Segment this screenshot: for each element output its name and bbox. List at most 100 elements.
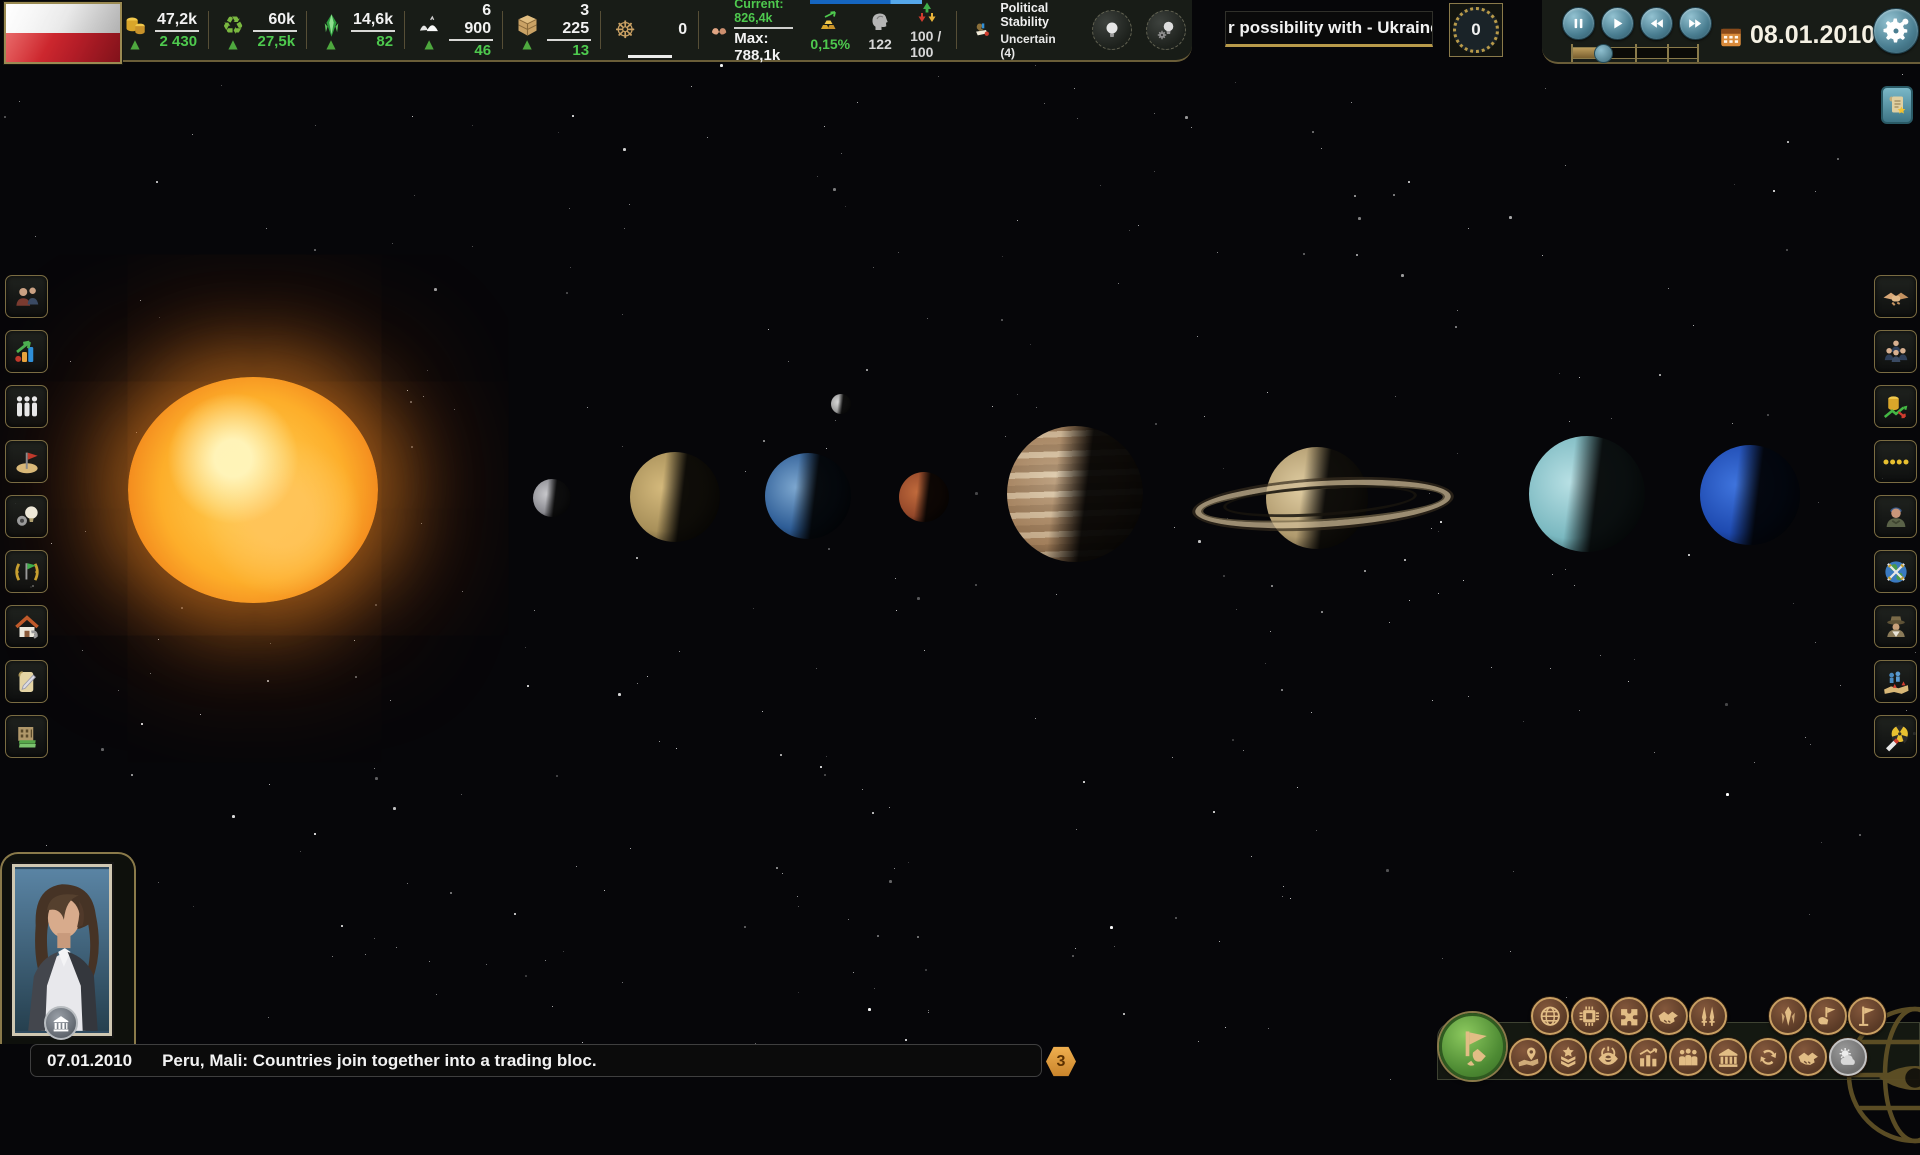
ministry-badge[interactable] [44,1006,78,1040]
news-ticker-bar[interactable]: 07.01.2010 Peru, Mali: Countries join to… [30,1044,1042,1077]
sidebar-item-economy[interactable] [5,330,48,373]
sidebar-item-operations[interactable] [1874,660,1917,703]
planet-neptune[interactable] [1700,445,1800,545]
mode-button-government[interactable] [1709,1038,1747,1076]
star [314,249,316,251]
sidebar-item-market[interactable] [1874,385,1917,428]
sidebar-item-research[interactable] [5,495,48,538]
economy-icon [12,337,42,367]
mode-button-world-map[interactable] [1509,1038,1547,1076]
rewind-button[interactable] [1640,7,1673,40]
star [1491,667,1492,668]
sidebar-item-more-options[interactable] [1874,440,1917,483]
star [927,318,928,319]
mode-button-territories[interactable] [1848,997,1886,1035]
star [587,407,588,408]
star [624,228,625,229]
star [85,531,86,532]
research-block[interactable]: 122 [859,9,901,52]
planet-mercury[interactable] [533,479,571,517]
star [1312,131,1314,133]
auto-advisor-button[interactable] [1146,10,1186,50]
mode-button-agreements[interactable] [1650,997,1688,1035]
planet-uranus[interactable] [1529,436,1645,552]
sidebar-item-construction[interactable] [5,605,48,648]
star [414,195,415,196]
sidebar-item-politics[interactable] [5,550,48,593]
star [1726,793,1729,796]
event-ticker[interactable]: r possibility with - Ukraine [1225,11,1433,47]
resource-materials[interactable]: ♻▲60k27,5k [212,0,303,61]
sidebar-item-demographics[interactable] [5,385,48,428]
mode-button-production[interactable] [1610,997,1648,1035]
star [1668,288,1669,289]
settings-button[interactable] [1873,8,1919,54]
star [1175,917,1177,919]
resource-delta: 2 430 [158,32,200,50]
sidebar-item-cabinet[interactable] [5,275,48,318]
mode-button-weather[interactable] [1829,1038,1867,1076]
mode-button-ranking[interactable] [1549,1038,1587,1076]
mode-button-overwatch[interactable] [1589,1038,1627,1076]
growth-block[interactable]: 0,15% [801,9,859,52]
mode-button-technology[interactable] [1571,997,1609,1035]
star [1351,102,1352,103]
sidebar-item-espionage[interactable] [1874,605,1917,648]
star [1906,710,1907,711]
mode-button-cycles[interactable] [1749,1038,1787,1076]
objectives-button[interactable] [1881,86,1913,124]
mode-button-claims[interactable] [1809,997,1847,1035]
resource-goods[interactable]: ▲3 22513 [506,0,597,61]
country-flag-poland[interactable] [4,2,122,64]
sidebar-item-army[interactable] [1874,495,1917,538]
sidebar-item-budget[interactable] [5,715,48,758]
map-mode-button[interactable] [1439,1013,1506,1080]
mode-button-resources[interactable] [1769,997,1807,1035]
hint-button[interactable] [1092,10,1132,50]
planet-earth[interactable] [765,453,851,539]
sidebar-item-strategic-weapons[interactable] [1874,715,1917,758]
star [572,115,574,117]
star [1232,739,1234,741]
sidebar-item-diplomacy[interactable] [1874,275,1917,318]
star [407,883,408,884]
pending-events-badge[interactable]: 0 [1449,3,1503,57]
game-speed-slider[interactable] [1571,47,1699,59]
star [1457,310,1458,311]
star [1457,453,1458,454]
planet-sun[interactable] [128,377,378,603]
mode-button-world-overview[interactable] [1531,997,1569,1035]
planet-moon[interactable] [831,394,851,414]
resource-navy[interactable]: ☸0 [604,0,695,61]
sidebar-item-war[interactable] [1874,550,1917,593]
star [1545,88,1546,89]
mode-button-population[interactable] [1669,1038,1707,1076]
play-button[interactable] [1601,7,1634,40]
planet-venus[interactable] [630,452,720,542]
planet-mars[interactable] [899,472,949,522]
mode-button-military[interactable] [1689,997,1727,1035]
resource-rare-resources[interactable]: ▲14,6k82 [310,0,401,61]
political-stability-title: Political Stability [1000,1,1066,29]
star [1282,896,1283,897]
resource-minerals[interactable]: ▲6 90046 [408,0,499,61]
fast-forward-button[interactable] [1679,7,1712,40]
news-count-badge[interactable]: 3 [1046,1046,1076,1077]
star [569,208,570,209]
mode-button-statistics[interactable] [1629,1038,1667,1076]
star [1579,377,1580,378]
star [874,988,875,989]
star [817,176,818,177]
pause-button[interactable] [1562,7,1595,40]
news-count-value: 3 [1057,1053,1066,1071]
sidebar-item-organizations[interactable] [1874,330,1917,373]
sidebar-item-laws[interactable] [5,660,48,703]
political-stability-block[interactable]: Political Stability Uncertain (4) [960,1,1078,60]
sidebar-item-regions[interactable] [5,440,48,483]
population-block[interactable]: Current: 826,4k Max: 788,1k [702,0,801,64]
mode-button-trade[interactable] [1789,1038,1827,1076]
slider-handle[interactable] [1594,44,1613,63]
resource-treasury[interactable]: ▲47,2k2 430 [114,0,205,61]
support-block[interactable]: 100 / 100 [901,1,953,60]
planet-jupiter[interactable] [1007,426,1143,562]
